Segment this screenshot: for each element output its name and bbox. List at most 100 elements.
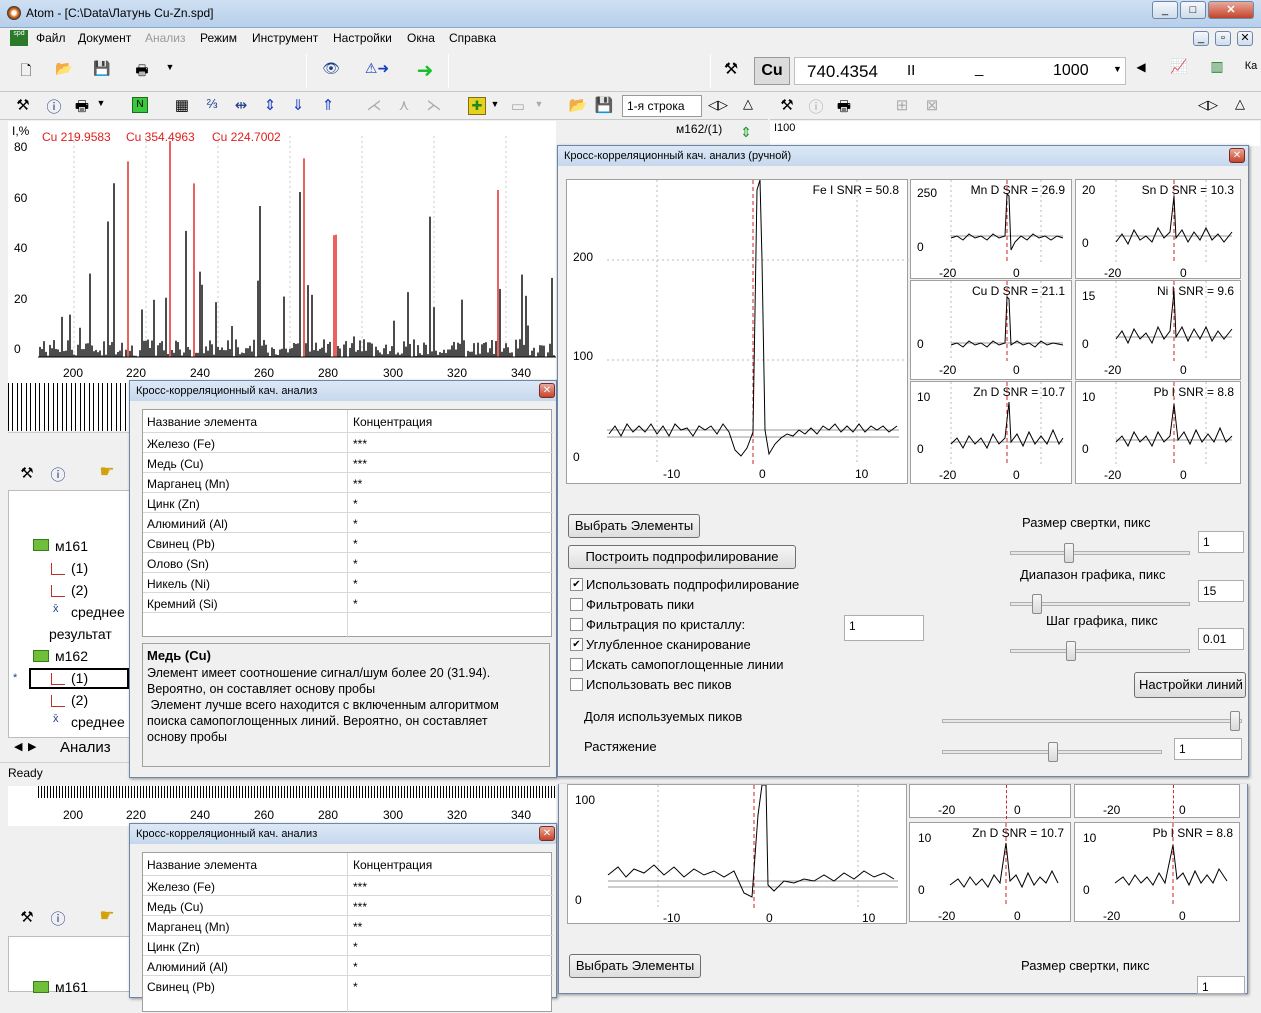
info-icon[interactable]: ⓘ xyxy=(806,96,826,117)
col-name-header[interactable]: Название элемента xyxy=(147,415,257,429)
peak-weight-checkbox[interactable] xyxy=(570,678,583,691)
table-row[interactable]: Алюминий (Al) * xyxy=(143,514,553,534)
self-absorbed-lines-checkbox[interactable] xyxy=(570,658,583,671)
peak-center-icon[interactable]: ⋏ xyxy=(394,96,414,114)
info-icon[interactable]: ⓘ xyxy=(48,908,68,929)
tools-icon[interactable]: ⚒ xyxy=(720,59,742,79)
deep-scan-checkbox[interactable]: ✔ xyxy=(570,638,583,651)
stretch-slider-thumb[interactable] xyxy=(1048,742,1058,762)
tree-item[interactable]: (2) xyxy=(71,692,88,708)
plot-step-track[interactable] xyxy=(1010,649,1190,653)
tree-item-result[interactable]: результат xyxy=(49,626,112,642)
tree-item-average[interactable]: среднее xyxy=(71,714,125,730)
menu-analysis[interactable]: Анализ xyxy=(145,31,186,45)
save-icon[interactable]: 💾 xyxy=(92,60,112,77)
line-settings-button[interactable]: Настройки линий xyxy=(1134,672,1246,698)
use-subprofiling-checkbox[interactable]: ✔ xyxy=(570,578,583,591)
plot-step-input[interactable]: 0.01 xyxy=(1198,628,1244,650)
peak-share-track[interactable] xyxy=(942,719,1242,723)
mdi-restore-button[interactable]: ▫ xyxy=(1215,31,1231,46)
new-file-icon[interactable]: 🗋 xyxy=(16,60,36,84)
close-icon[interactable]: ✕ xyxy=(1229,148,1245,163)
menu-tool[interactable]: Инструмент xyxy=(252,31,318,45)
split-horizontal-icon[interactable]: ◁▷ xyxy=(1198,97,1218,113)
tree-item-selected[interactable]: (1) xyxy=(71,670,88,686)
select-elements-button[interactable]: Выбрать Элементы xyxy=(568,514,700,538)
fit-vertical-icon[interactable]: ⇕ xyxy=(260,96,280,114)
sn-correlation-chart[interactable]: Sn D SNR = 10.3 20 0 -20 0 xyxy=(1075,179,1241,280)
pb-correlation-chart[interactable]: Pb I SNR = 8.8 10 0 -20 0 xyxy=(1075,381,1241,484)
remove-element-icon[interactable]: ▭ xyxy=(508,97,528,115)
collapse-up-icon[interactable]: △ xyxy=(1230,96,1250,112)
peak-right-icon[interactable]: ⋋ xyxy=(424,96,444,114)
tab-scroll-right-icon[interactable]: ▶ xyxy=(28,740,36,753)
conv-size-track[interactable] xyxy=(1010,551,1190,555)
crystal-filter-checkbox[interactable] xyxy=(570,618,583,631)
tree-item-m162[interactable]: м162 xyxy=(55,648,88,664)
grid-icon[interactable]: ▦ xyxy=(170,96,194,114)
close-icon[interactable]: ✕ xyxy=(539,383,555,398)
tools-icon[interactable]: ⚒ xyxy=(16,464,38,482)
save-icon[interactable]: 💾 xyxy=(594,96,614,114)
tools-icon[interactable]: ⚒ xyxy=(12,96,34,114)
expand-vertical-icon[interactable]: ⇕ xyxy=(738,124,754,142)
tools-icon[interactable]: ⚒ xyxy=(776,96,798,114)
add-element-icon[interactable]: ✚ xyxy=(468,97,486,115)
tools-icon[interactable]: ⚒ xyxy=(16,908,38,926)
maximize-button[interactable]: □ xyxy=(1180,1,1206,19)
info-icon[interactable]: ⓘ xyxy=(48,464,68,485)
menu-mode[interactable]: Режим xyxy=(200,31,237,45)
peak-left-icon[interactable]: ⋌ xyxy=(364,96,384,114)
cu-correlation-chart[interactable]: Cu D SNR = 21.1 0 -20 0 xyxy=(910,280,1072,380)
plot-range-input[interactable]: 15 xyxy=(1198,580,1244,602)
peak-share-slider-thumb[interactable] xyxy=(1230,711,1240,731)
tree-item[interactable]: (2) xyxy=(71,582,88,598)
col-conc-header[interactable]: Концентрация xyxy=(353,415,432,429)
open-folder-icon[interactable]: 📂 xyxy=(568,96,588,114)
table-row[interactable]: Железо (Fe) *** xyxy=(143,434,553,454)
add-icon[interactable]: ⊞ xyxy=(892,96,912,114)
print-icon[interactable]: 🖶 xyxy=(72,96,92,121)
sample-tree[interactable]: м161 (1) (2) x̄ среднее результат м162 *… xyxy=(8,490,130,738)
conv-size-input[interactable]: 1 xyxy=(1197,976,1245,994)
element-table[interactable]: Название элемента Концентрация Железо (Fe… xyxy=(142,409,553,638)
mdi-close-button[interactable]: ✕ xyxy=(1237,31,1253,46)
combo-chevron-icon[interactable]: ▼ xyxy=(1113,64,1122,74)
fe-correlation-chart[interactable]: Fe I SNR = 50.8 200 100 0 -10 0 10 xyxy=(566,179,909,484)
run-arrow-icon[interactable]: ➜ xyxy=(410,58,440,83)
add-dropdown-chevron-icon[interactable]: ▼ xyxy=(490,99,500,109)
close-window-button[interactable]: ✕ xyxy=(1208,1,1254,19)
spectrum-chart-icon[interactable]: 📈 xyxy=(1166,58,1192,75)
hand-tool-icon[interactable]: ☛ xyxy=(94,462,120,482)
mn-correlation-chart[interactable]: Mn D SNR = 26.9 250 0 -20 0 xyxy=(910,179,1072,280)
collapse-up-icon[interactable]: △ xyxy=(738,96,758,112)
table-row[interactable]: Цинк (Zn) * xyxy=(143,494,553,514)
mdi-minimize-button[interactable]: _ xyxy=(1193,31,1209,46)
hand-tool-icon[interactable]: ☛ xyxy=(94,906,120,926)
menu-settings[interactable]: Настройки xyxy=(333,31,392,45)
conv-size-slider-thumb[interactable] xyxy=(1064,543,1074,563)
plot-range-slider-thumb[interactable] xyxy=(1032,594,1042,614)
arrow-down-icon[interactable]: ⇓ xyxy=(288,96,308,114)
tree-item[interactable]: (1) xyxy=(71,560,88,576)
minimize-button[interactable]: _ xyxy=(1152,1,1178,19)
open-folder-icon[interactable]: 📂 xyxy=(54,60,74,77)
plot-step-slider-thumb[interactable] xyxy=(1066,641,1076,661)
info-icon[interactable]: ⓘ xyxy=(44,96,64,117)
element-button[interactable]: Cu xyxy=(754,57,790,85)
table-row[interactable]: Олово (Sn) * xyxy=(143,554,553,574)
build-subprofiling-button[interactable]: Построить подпрофилирование xyxy=(568,545,796,569)
eye-view-icon[interactable]: 👁 xyxy=(318,60,344,77)
tab-analysis[interactable]: Анализ xyxy=(60,739,111,756)
table-row[interactable]: Кремний (Si) * xyxy=(143,594,553,614)
table-row[interactable]: Марганец (Mn) ** xyxy=(143,474,553,494)
table-row[interactable]: Свинец (Pb) * xyxy=(143,534,553,554)
wavelength-combo[interactable]: 740.4354 II _ 1000 ▼ xyxy=(794,57,1126,85)
menu-document[interactable]: Документ xyxy=(78,31,131,45)
tree-item-average[interactable]: среднее xyxy=(71,604,125,620)
print-dropdown-chevron-icon[interactable]: ▼ xyxy=(96,98,106,108)
filter-peaks-checkbox[interactable] xyxy=(570,598,583,611)
n-marker-icon[interactable]: N xyxy=(132,97,148,113)
table-row[interactable]: Никель (Ni) * xyxy=(143,574,553,594)
print-dropdown-chevron-icon[interactable]: ▼ xyxy=(164,62,176,72)
